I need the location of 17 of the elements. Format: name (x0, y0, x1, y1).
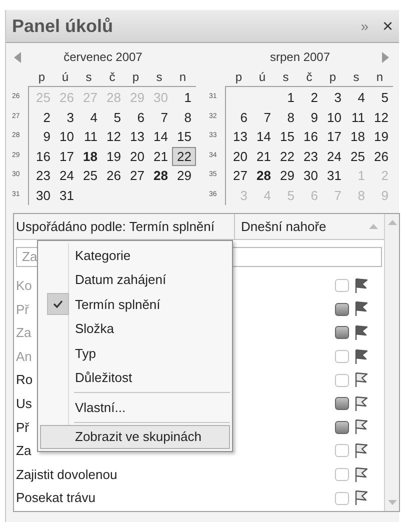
weekday-label: č (108, 69, 116, 86)
weekday-label: ú (60, 69, 70, 86)
weekday-label: ú (258, 69, 267, 86)
month-title: srpen 2007 (270, 49, 330, 66)
weekday-label: s (84, 69, 93, 86)
weekday-label: p (328, 69, 338, 86)
month-title: červenec 2007 (64, 49, 142, 66)
weekday-label: p (131, 69, 140, 86)
weekday-label: n (375, 69, 384, 86)
weekday-label: p (234, 69, 244, 86)
weekday-label: č (305, 69, 314, 86)
weekday-label: s (352, 69, 360, 86)
weekday-label: s (282, 69, 290, 86)
weekday-label: p (37, 69, 46, 86)
weekday-label: n (178, 69, 188, 86)
weekday-label: s (155, 69, 164, 86)
panel-title: Panel úkolů (12, 14, 114, 38)
